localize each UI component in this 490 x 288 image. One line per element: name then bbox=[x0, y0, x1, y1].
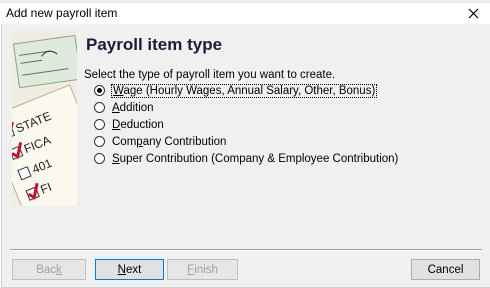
back-button[interactable]: Bac k bbox=[12, 259, 86, 280]
checklist-illustration: STATE FICA 401 FI bbox=[12, 30, 77, 206]
option-deduction[interactable]: Deduction bbox=[94, 116, 398, 133]
option-label: Company Contribution bbox=[112, 135, 227, 148]
option-label: Deduction bbox=[112, 118, 164, 131]
finish-button[interactable]: Finish bbox=[167, 259, 238, 280]
option-label: Wage (Hourly Wages, Annual Salary, Other… bbox=[110, 83, 378, 98]
payroll-type-radio-group: Wage (Hourly Wages, Annual Salary, Other… bbox=[94, 82, 398, 167]
option-company-contribution[interactable]: Company Contribution bbox=[94, 133, 398, 150]
title-bar: Add new payroll item bbox=[0, 3, 490, 24]
option-label: Addition bbox=[112, 101, 154, 114]
option-wage[interactable]: Wage (Hourly Wages, Annual Salary, Other… bbox=[94, 82, 398, 99]
radio-button-selected[interactable] bbox=[94, 85, 105, 96]
option-label: Super Contribution (Company & Employee C… bbox=[112, 152, 399, 165]
dialog-body: STATE FICA 401 FI Payroll item type Sele… bbox=[1, 24, 490, 288]
page-title: Payroll item type bbox=[86, 35, 223, 54]
instruction-text: Select the type of payroll item you want… bbox=[84, 69, 336, 81]
radio-button[interactable] bbox=[94, 153, 105, 164]
radio-button[interactable] bbox=[94, 136, 105, 147]
option-super-contribution[interactable]: Super Contribution (Company & Employee C… bbox=[94, 150, 398, 167]
close-icon bbox=[468, 8, 478, 19]
cancel-button[interactable]: Cancel bbox=[411, 259, 480, 280]
window-title: Add new payroll item bbox=[6, 6, 118, 20]
close-button[interactable] bbox=[456, 3, 490, 24]
radio-button[interactable] bbox=[94, 102, 105, 113]
button-separator bbox=[10, 249, 482, 251]
next-button[interactable]: Next bbox=[95, 259, 164, 280]
option-addition[interactable]: Addition bbox=[94, 99, 398, 116]
radio-button[interactable] bbox=[94, 119, 105, 130]
